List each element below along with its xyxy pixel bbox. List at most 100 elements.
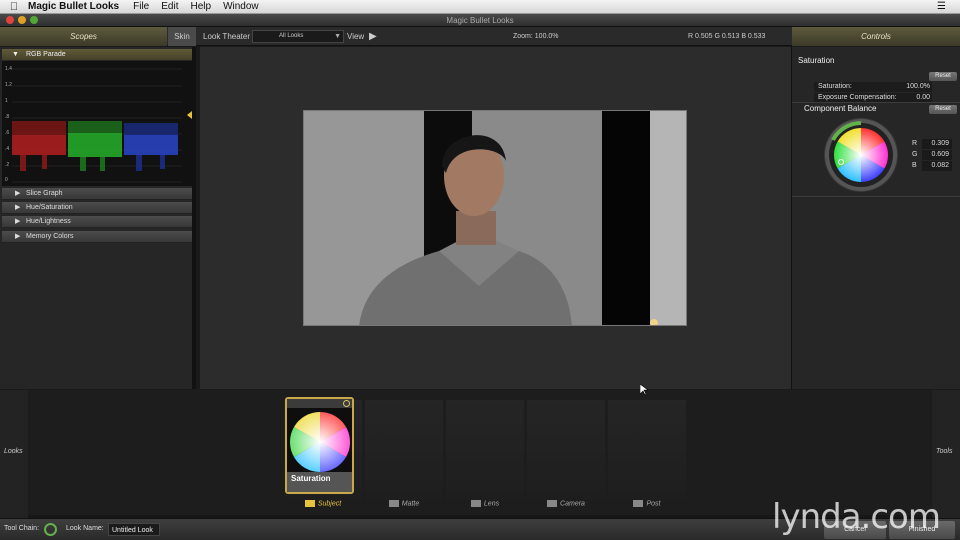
controls-tab[interactable]: Controls [792,27,960,46]
look-name-input[interactable]: Untitled Look [108,523,160,536]
stage-lens-label[interactable]: Lens [446,500,524,507]
app-menu[interactable]: Magic Bullet Looks [28,1,119,12]
divider [792,102,960,103]
stage-camera-label[interactable]: Camera [527,500,605,507]
scopes-panel: ▼ RGB Parade 1.4 1.2 1 .8 .6 .4 .2 0 ▶ S… [0,47,198,389]
lynda-watermark: lynda.com [772,497,941,537]
stage-camera[interactable] [527,400,605,500]
triangle-right-icon: ▶ [15,190,21,197]
memory-colors-accordion[interactable]: ▶ Memory Colors [2,231,192,243]
stage-matte-label[interactable]: Matte [365,500,443,507]
minimize-window-button[interactable] [18,16,26,24]
tool-chain-power-icon[interactable] [44,523,57,536]
play-arrow-icon[interactable]: ▶ [369,30,381,43]
y-tick: 0 [5,177,8,183]
saturation-label: Saturation: [818,83,852,90]
apple-icon[interactable]:  [0,1,28,13]
g-value-field[interactable]: 0.609 [922,150,952,160]
menu-edit[interactable]: Edit [161,1,178,12]
tools-tab-label: Tools [936,448,953,455]
tool-card-name: Saturation [287,472,352,492]
y-tick: .6 [5,130,10,136]
video-frame[interactable] [303,110,687,326]
r-value-field[interactable]: 0.309 [922,139,952,149]
rgb-parade-scope: 1.4 1.2 1 .8 .6 .4 .2 0 [2,61,192,186]
menu-extra-icon[interactable]: ☰ [937,1,946,12]
chevron-down-icon: ▼ [334,33,341,40]
rgb-parade-label: RGB Parade [26,51,66,58]
r-label: R [912,140,918,147]
power-icon[interactable] [343,400,350,407]
g-label: G [912,151,918,158]
menu-file[interactable]: File [133,1,149,12]
triangle-down-icon: ▼ [12,51,19,58]
look-theater-viewer [200,47,791,389]
looks-tab-label: Looks [4,448,23,455]
rgb-readout: R 0.505 G 0.513 B 0.533 [688,33,766,40]
b-value-field[interactable]: 0.082 [922,161,952,171]
component-balance-reset-button[interactable]: Reset [929,105,957,114]
subject-icon [304,500,315,507]
triangle-right-icon: ▶ [15,233,21,240]
window-titlebar: Magic Bullet Looks [0,14,960,27]
video-preview-image [304,111,686,325]
menu-help[interactable]: Help [190,1,211,12]
card-wheel-graphic [289,412,351,472]
stage-subject-label[interactable]: Subject [284,500,362,507]
top-toolbar: Scopes Skin Look Theater All Looks ▼ Vie… [0,27,960,46]
exposure-compensation-value-field[interactable]: 0.00 [916,94,930,101]
triangle-right-icon: ▶ [15,218,21,225]
zoom-readout: Zoom: 100.0% [513,33,559,40]
window-title: Magic Bullet Looks [446,16,514,25]
color-wheel-graphic [825,119,897,191]
mouse-cursor-icon [640,384,648,396]
skin-button[interactable]: Skin [168,27,196,46]
b-label: B [912,162,917,169]
y-tick: 1.2 [5,82,12,88]
y-tick: 1.4 [5,66,12,72]
exposure-compensation-label: Exposure Compensation: [818,94,897,101]
saturation-value-field[interactable]: 100.0% [906,83,930,90]
tool-chain-label: Tool Chain: [4,525,40,532]
triangle-right-icon: ▶ [15,204,21,211]
post-icon [633,500,644,507]
looks-side-tab[interactable]: Looks [0,390,28,518]
mac-menubar:  Magic Bullet Looks File Edit Help Wind… [0,0,960,14]
looks-dropdown-value: All Looks [279,33,304,39]
stage-matte[interactable] [365,400,443,500]
lens-icon [470,500,481,507]
rgb-parade-header[interactable]: ▼ RGB Parade [2,49,192,60]
matte-icon [388,500,399,507]
slice-graph-accordion[interactable]: ▶ Slice Graph [2,188,192,200]
saturation-section-title: Saturation [798,56,835,65]
accordion-label: Slice Graph [26,190,63,197]
y-tick: .2 [5,162,10,168]
stage-post[interactable] [608,400,686,500]
component-balance-wheel[interactable] [824,118,898,192]
scope-graph [12,68,182,183]
zoom-window-button[interactable] [30,16,38,24]
view-label[interactable]: View [347,27,364,46]
color-wheel-icon [289,412,351,472]
accordion-label: Memory Colors [26,233,74,240]
close-window-button[interactable] [6,16,14,24]
scopes-tab[interactable]: Scopes [0,27,167,46]
menu-window[interactable]: Window [223,1,259,12]
controls-panel: Saturation Reset Saturation: 100.0% Expo… [791,47,960,389]
y-tick: .4 [5,146,10,152]
looks-dropdown[interactable]: All Looks ▼ [252,30,344,43]
camera-icon [547,500,558,507]
stage-post-label[interactable]: Post [608,500,686,507]
hue-lightness-accordion[interactable]: ▶ Hue/Lightness [2,216,192,228]
component-balance-title: Component Balance [804,104,877,113]
accordion-label: Hue/Saturation [26,204,73,211]
divider [792,196,960,197]
accordion-label: Hue/Lightness [26,218,71,225]
saturation-tool-card[interactable]: Saturation [285,397,354,494]
look-theater-label: Look Theater [203,32,250,41]
saturation-reset-button[interactable]: Reset [929,72,957,81]
stage-lens[interactable] [446,400,524,500]
look-name-label: Look Name: [66,525,104,532]
hue-saturation-accordion[interactable]: ▶ Hue/Saturation [2,202,192,214]
scopes-scrollbar[interactable] [192,47,196,389]
